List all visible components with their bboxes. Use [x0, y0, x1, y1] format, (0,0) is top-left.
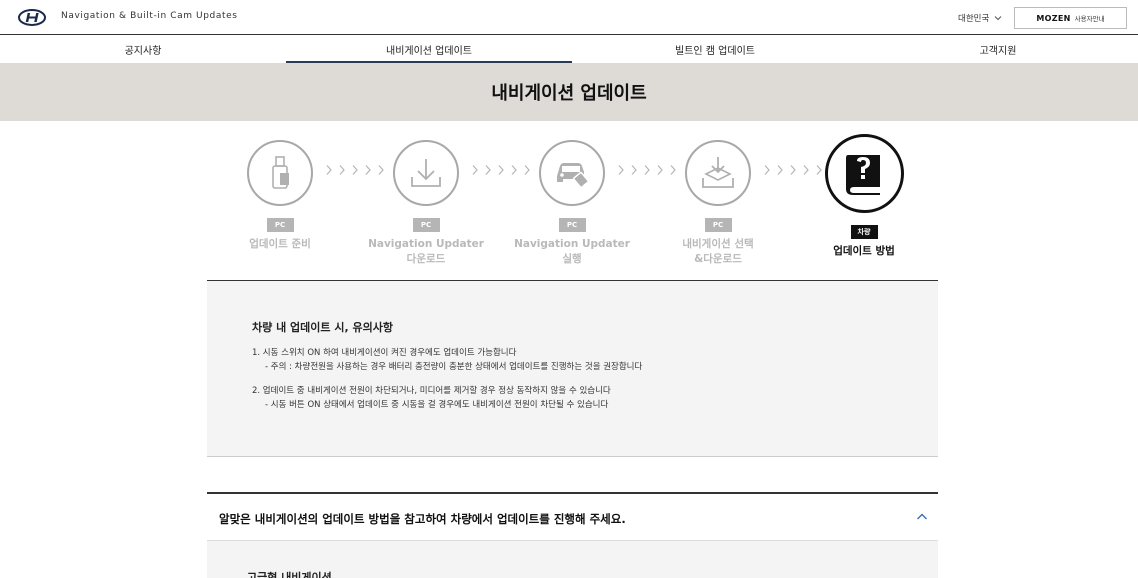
step-run-updater[interactable]: PC Navigation Updater 실행 [499, 121, 645, 281]
nav-item-support[interactable]: 고객지원 [858, 35, 1138, 63]
chevron-down-icon [994, 16, 1002, 21]
step-select-download[interactable]: PC 내비게이션 선택 &다운로드 [645, 121, 791, 281]
accordion-body-title: 고급형 내비게이션 [247, 571, 332, 578]
notice-box: 차량 내 업데이트 시, 유의사항 1. 시동 스위치 ON 하여 내비게이션이… [207, 281, 938, 457]
hyundai-logo[interactable] [18, 9, 46, 26]
chevron-right-icon [764, 165, 770, 175]
step-download-updater[interactable]: PC Navigation Updater 다운로드 [353, 121, 499, 281]
chevron-right-icon [618, 165, 624, 175]
step-label: 업데이트 준비 [249, 237, 311, 252]
country-label: 대한민국 [958, 14, 990, 24]
step-label: Navigation Updater 다운로드 [368, 237, 484, 267]
step-label-line1: 내비게이션 선택 [682, 238, 754, 250]
update-steps: PC 업데이트 준비 PC Navigation Updater 다운로드 PC… [207, 121, 938, 281]
step-badge: PC [558, 218, 586, 232]
step-circle [824, 134, 904, 213]
step-label-line1: Navigation Updater [368, 238, 484, 250]
chevron-right-icon [631, 165, 637, 175]
nav-item-builtin-cam-update[interactable]: 빌트인 캠 업데이트 [572, 35, 858, 63]
accordion-body: 고급형 내비게이션 [207, 541, 938, 578]
step-label-line1: 업데이트 방법 [833, 245, 895, 257]
step-badge: PC [266, 218, 294, 232]
step-label-line2: 실행 [562, 253, 582, 265]
step-label-line2: 다운로드 [406, 253, 446, 265]
download-tray-icon [702, 157, 734, 188]
step-label: 내비게이션 선택 &다운로드 [682, 237, 753, 267]
chevron-up-icon[interactable] [916, 512, 928, 522]
nav-item-navigation-update[interactable]: 내비게이션 업데이트 [286, 35, 572, 63]
step-label: 업데이트 방법 [833, 244, 895, 259]
update-method-accordion[interactable]: 알맞은 내비게이션의 업데이트 방법을 참고하여 차량에서 업데이트를 진행해 … [207, 492, 938, 541]
chevron-right-icon [326, 165, 332, 175]
notice-title: 차량 내 업데이트 시, 유의사항 [252, 321, 393, 334]
step-circle [685, 140, 751, 206]
nav-item-notice[interactable]: 공지사항 [0, 35, 286, 63]
main-nav: 공지사항 내비게이션 업데이트 빌트인 캠 업데이트 고객지원 [0, 35, 1138, 63]
step-label: Navigation Updater 실행 [514, 237, 630, 267]
notice-subline: - 시동 버튼 ON 상태에서 업데이트 중 시동을 걸 경우에도 내비게이션 … [265, 400, 609, 410]
notice-line: 2. 업데이트 중 내비게이션 전원이 차단되거나, 미디어를 제거할 경우 정… [252, 386, 611, 396]
step-label-line2: &다운로드 [694, 253, 742, 265]
site-title: Navigation & Built-in Cam Updates [61, 11, 238, 21]
usb-drive-icon [272, 156, 289, 189]
question-book-icon [846, 154, 880, 195]
step-label-line1: Navigation Updater [514, 238, 630, 250]
step-circle [539, 140, 605, 206]
notice-subline: - 주의 : 차량전원을 사용하는 경우 배터리 충전량이 충분한 상태에서 업… [265, 362, 643, 372]
step-circle [393, 140, 459, 206]
step-update-method[interactable]: 차량 업데이트 방법 [791, 121, 937, 281]
page-title: 내비게이션 업데이트 [491, 83, 647, 104]
step-badge: PC [412, 218, 440, 232]
step-badge: PC [704, 218, 732, 232]
step-badge: 차량 [850, 225, 878, 239]
country-selector[interactable]: 대한민국 [958, 12, 1002, 24]
download-icon [411, 159, 441, 187]
page-title-band: 내비게이션 업데이트 [0, 63, 1138, 121]
accordion-title: 알맞은 내비게이션의 업데이트 방법을 참고하여 차량에서 업데이트를 진행해 … [219, 512, 626, 526]
mozen-logo: MOZEN [1036, 13, 1071, 23]
chevron-right-icon [777, 165, 783, 175]
mozen-user-guide-button[interactable]: MOZEN 사용자안내 [1014, 7, 1127, 29]
step-label-line1: 업데이트 준비 [249, 238, 311, 250]
notice-line: 1. 시동 스위치 ON 하여 내비게이션이 켜진 경우에도 업데이트 가능합니… [252, 348, 517, 358]
mozen-label: 사용자안내 [1074, 15, 1105, 23]
chevron-right-icon [472, 165, 478, 175]
chevron-right-icon [339, 165, 345, 175]
step-prepare[interactable]: PC 업데이트 준비 [207, 121, 353, 281]
site-header: Navigation & Built-in Cam Updates 대한민국 M… [0, 0, 1138, 35]
step-circle [247, 140, 313, 206]
chevron-right-icon [485, 165, 491, 175]
car-usb-icon [557, 163, 590, 189]
